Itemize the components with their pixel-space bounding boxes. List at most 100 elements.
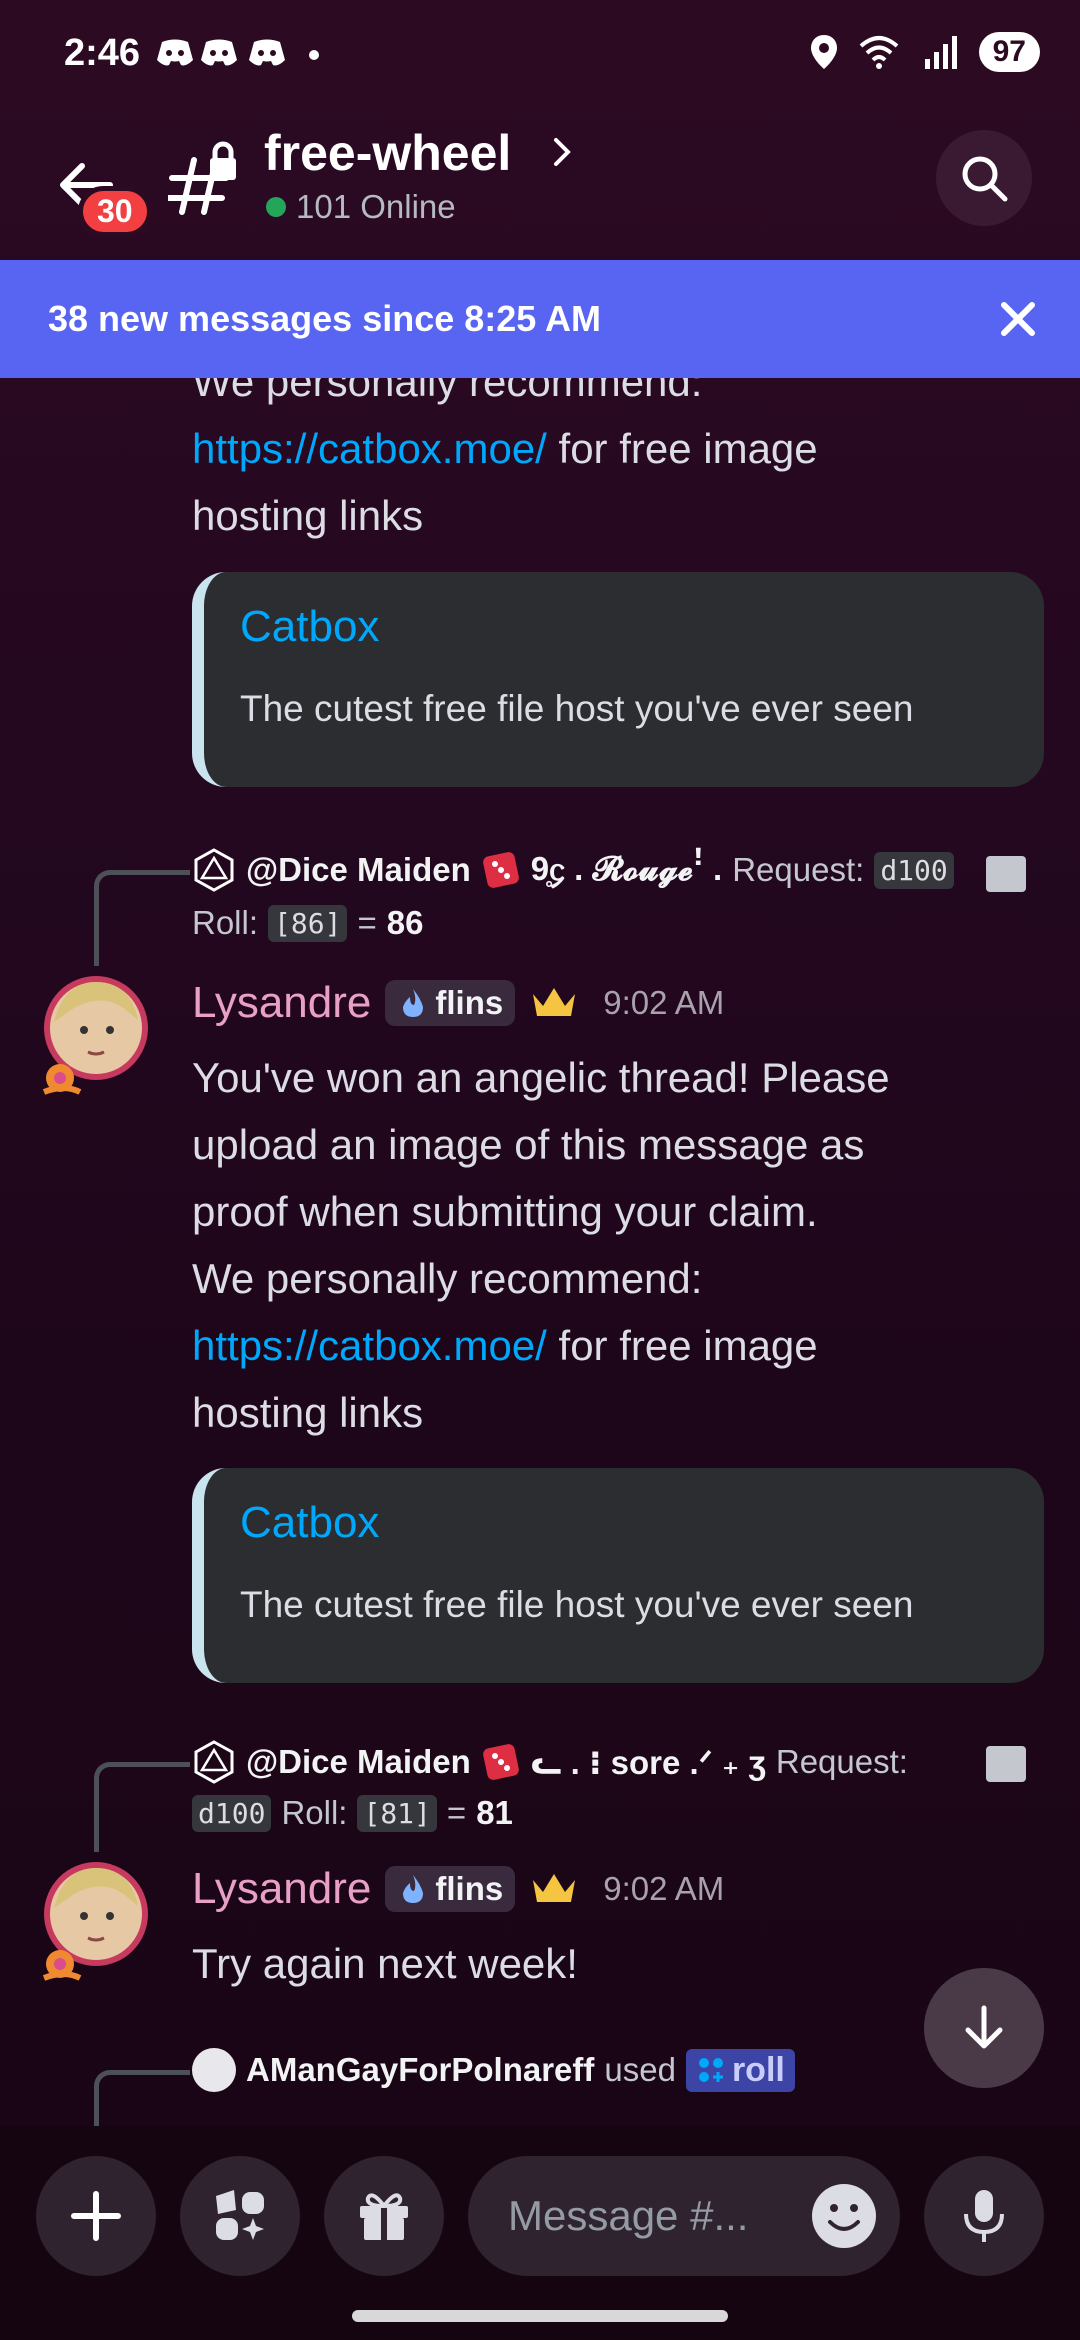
- user-mini-avatar: [192, 2048, 236, 2092]
- role-tag-label: flins: [435, 1870, 504, 1907]
- message-header: Lysandre flins 9:02 AM: [192, 1864, 724, 1914]
- reply-connector: [94, 2070, 190, 2126]
- message-text: You've won an angelic thread! Please: [192, 1054, 890, 1101]
- message-text: Try again next week!: [192, 1940, 578, 1987]
- user-avatar[interactable]: [34, 974, 158, 1098]
- message-text: https://catbox.moe/ for free image: [192, 1312, 818, 1379]
- roll-code: [86]: [268, 904, 348, 942]
- smiley-icon: [828, 2204, 860, 2231]
- battery-indicator: 97: [978, 32, 1040, 72]
- more-notifications-dot: [309, 50, 319, 60]
- chevron-right-icon[interactable]: [550, 132, 574, 172]
- embed-title[interactable]: Catbox: [240, 1498, 379, 1548]
- author-name[interactable]: Lysandre: [192, 978, 371, 1028]
- reply-request-label: Request:: [732, 851, 865, 888]
- author-name[interactable]: Lysandre: [192, 1864, 371, 1914]
- roll-equals: =: [357, 904, 377, 941]
- reply-preview[interactable]: @Dice Maiden ᓚ . ⁝ sore .ᐟ ₊ ʒ Request:: [192, 1740, 908, 1784]
- role-tag[interactable]: flins: [385, 980, 516, 1026]
- reply-mention[interactable]: @Dice Maiden: [246, 1743, 471, 1781]
- reply-preview[interactable]: @Dice Maiden 9̥᧔ . 𝓡𝓸𝓾𝓰𝓮ꜝ . Request: d10…: [192, 848, 954, 892]
- reply-connector: [94, 1762, 190, 1852]
- unread-mention-badge: 30: [78, 186, 152, 237]
- roll-equals: =: [446, 1794, 467, 1831]
- roll-label: Roll:: [192, 904, 259, 941]
- status-icons: 97: [809, 32, 1040, 72]
- new-messages-bar[interactable]: 38 new messages since 8:25 AM: [0, 260, 1080, 378]
- reply-nickname: ᓚ . ⁝ sore .ᐟ ₊ ʒ: [530, 1743, 766, 1781]
- reply-roll-result: d100 Roll: [81] = 81: [192, 1794, 513, 1832]
- d20-dice-icon: [194, 848, 234, 892]
- search-button[interactable]: [936, 130, 1032, 226]
- crown-icon: [533, 988, 576, 1016]
- command-name: roll: [731, 2050, 785, 2089]
- message-text: We personally recommend:: [192, 1255, 703, 1302]
- gift-button[interactable]: [324, 2156, 444, 2276]
- message-composer-bar: [0, 2126, 1080, 2340]
- new-messages-text: 38 new messages since 8:25 AM: [48, 298, 601, 339]
- link-suffix: for free image: [546, 1322, 818, 1369]
- close-icon[interactable]: [996, 297, 1040, 341]
- locked-channel-icon: [168, 141, 236, 215]
- home-indicator[interactable]: [352, 2310, 728, 2322]
- message-timestamp: 9:02 AM: [603, 1870, 725, 1907]
- discord-notification-icon: [201, 39, 237, 66]
- message-text: upload an image of this message as: [192, 1121, 865, 1168]
- emoji-button[interactable]: [812, 2184, 876, 2248]
- embed-description: The cutest free file host you've ever se…: [240, 1584, 914, 1625]
- slash-command-icon: [986, 1746, 1026, 1782]
- reply-connector: [94, 870, 190, 966]
- slash-command-icon: [986, 856, 1026, 892]
- role-tag[interactable]: flins: [385, 1866, 516, 1912]
- app-command-icon: [698, 2058, 723, 2082]
- arrow-down-icon: [965, 2005, 1003, 2049]
- apps-icon: [216, 2190, 264, 2240]
- command-tag[interactable]: roll: [685, 2048, 795, 2092]
- message-link[interactable]: https://catbox.moe/: [192, 1322, 547, 1369]
- roll-code: [81]: [357, 1794, 437, 1832]
- message-text: proof when submitting your claim.: [192, 1188, 818, 1235]
- discord-notification-icon: [157, 39, 193, 66]
- message-timestamp: 9:02 AM: [603, 984, 725, 1021]
- role-tag-label: flins: [435, 984, 504, 1021]
- add-attachment-button[interactable]: [36, 2156, 156, 2276]
- reply-username[interactable]: AManGayForPolnareff: [246, 2051, 594, 2089]
- location-icon: [810, 35, 837, 69]
- d20-dice-icon: [194, 1740, 234, 1784]
- link-embed[interactable]: Catbox The cutest free file host you've …: [192, 572, 1044, 787]
- message-link[interactable]: https://catbox.moe/: [192, 425, 547, 472]
- message-input-container[interactable]: [468, 2156, 900, 2276]
- message-text: We personally recommend:: [192, 378, 703, 405]
- message-text: hosting links: [192, 1389, 424, 1436]
- link-suffix: for free image: [546, 425, 818, 472]
- reply-roll-result: Roll: [86] = 86: [192, 904, 423, 942]
- request-code: d100: [874, 851, 954, 889]
- user-avatar[interactable]: [34, 1860, 158, 1984]
- red-dice-icon: [482, 1744, 519, 1780]
- message-text: https://catbox.moe/ for free image: [192, 415, 818, 482]
- link-embed[interactable]: Catbox The cutest free file host you've …: [192, 1468, 1044, 1683]
- reply-request-label: Request:: [775, 1743, 908, 1780]
- message-input[interactable]: [508, 2192, 808, 2240]
- wifi-icon: [859, 36, 898, 69]
- gift-icon: [360, 2193, 408, 2240]
- channel-header: 30 free-wheel 101 Online: [0, 110, 1080, 260]
- search-icon: [962, 156, 1008, 202]
- flame-icon: [403, 1875, 424, 1903]
- reply-preview[interactable]: AManGayForPolnareff used roll: [192, 2048, 795, 2092]
- roll-total: 81: [476, 1794, 513, 1831]
- voice-message-button[interactable]: [924, 2156, 1044, 2276]
- channel-name[interactable]: free-wheel: [264, 124, 511, 182]
- apps-button[interactable]: [180, 2156, 300, 2276]
- online-status-dot: [266, 197, 286, 217]
- online-count: 101 Online: [266, 188, 456, 226]
- message-list[interactable]: We personally recommend: https://catbox.…: [0, 378, 1080, 2126]
- jump-to-present-button[interactable]: [924, 1968, 1044, 2088]
- message-text: hosting links: [192, 492, 424, 539]
- embed-title[interactable]: Catbox: [240, 602, 379, 652]
- reply-mention[interactable]: @Dice Maiden: [246, 851, 471, 889]
- signal-icon: [924, 36, 957, 69]
- status-bar: 2:46 97: [0, 0, 1080, 110]
- plus-icon: [71, 2191, 121, 2241]
- embed-description: The cutest free file host you've ever se…: [240, 688, 914, 729]
